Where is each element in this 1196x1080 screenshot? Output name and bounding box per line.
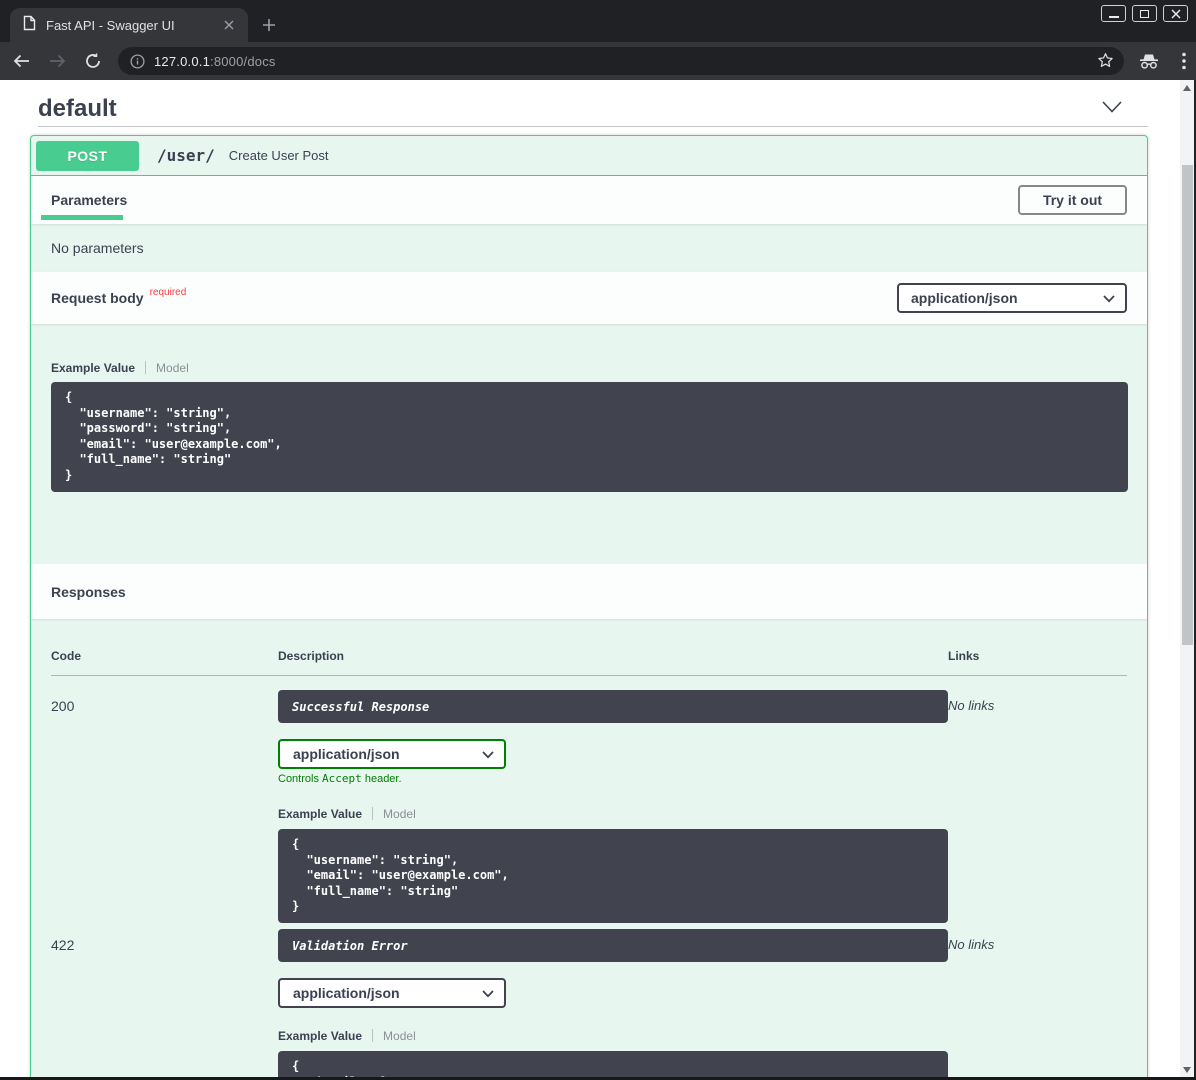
select-chevron-icon xyxy=(1103,290,1115,306)
site-info-icon[interactable] xyxy=(130,54,145,69)
response-row-200: 200 Successful Response application/json xyxy=(51,676,1127,923)
url-bar[interactable]: 127.0.0.1:8000/docs xyxy=(118,47,1124,75)
response-200-example-code: { "username": "string", "email": "user@e… xyxy=(278,829,948,923)
tab-model[interactable]: Model xyxy=(156,361,189,375)
close-button[interactable] xyxy=(1163,5,1188,22)
tab-model[interactable]: Model xyxy=(383,1029,416,1043)
tab-separator xyxy=(145,361,146,374)
try-it-out-button[interactable]: Try it out xyxy=(1018,185,1127,215)
tab-close-icon[interactable] xyxy=(220,16,238,34)
select-chevron-icon xyxy=(482,985,494,1001)
tab-example-value[interactable]: Example Value xyxy=(278,807,362,821)
forward-button[interactable] xyxy=(42,46,72,76)
response-links: No links xyxy=(948,690,1127,923)
method-badge: POST xyxy=(36,141,139,171)
scroll-up-arrow-icon[interactable] xyxy=(1183,85,1191,91)
swagger-page: default POST /user/ Create User Post Par… xyxy=(0,80,1180,1080)
parameters-header: Parameters Try it out xyxy=(31,176,1147,224)
response-description-bar: Validation Error xyxy=(278,929,948,962)
window-controls xyxy=(1101,5,1188,22)
minimize-button[interactable] xyxy=(1101,5,1126,22)
active-tab-underline xyxy=(41,215,123,220)
maximize-button[interactable] xyxy=(1132,5,1157,22)
column-links: Links xyxy=(948,649,1127,663)
column-code: Code xyxy=(51,649,278,663)
response-description-text: Validation Error xyxy=(292,939,408,953)
required-badge: required xyxy=(150,287,187,298)
response-200-media-type-select[interactable]: application/json xyxy=(278,739,506,769)
endpoint-path: /user/ xyxy=(157,146,215,165)
page-scrollbar[interactable] xyxy=(1180,80,1194,1080)
parameters-title: Parameters xyxy=(51,192,127,208)
endpoint-description: Create User Post xyxy=(229,148,329,163)
url-host: 127.0.0.1 xyxy=(154,54,210,69)
titlebar: Fast API - Swagger UI xyxy=(0,0,1196,42)
tab-example-value[interactable]: Example Value xyxy=(278,1029,362,1043)
response-description-text: Successful Response xyxy=(292,700,429,714)
tab-separator xyxy=(372,807,373,820)
request-body-section: Example Value Model { "username": "strin… xyxy=(31,324,1147,564)
response-row-422: 422 Validation Error application/json xyxy=(51,923,1127,1080)
collapse-section-button[interactable] xyxy=(1102,100,1122,118)
no-parameters-text: No parameters xyxy=(51,240,144,256)
endpoint-summary[interactable]: POST /user/ Create User Post xyxy=(31,136,1147,176)
reload-button[interactable] xyxy=(78,46,108,76)
responses-table: Code Description Links 200 Successful Re… xyxy=(31,619,1147,1080)
request-example-code: { "username": "string", "password": "str… xyxy=(51,382,1128,492)
select-chevron-icon xyxy=(482,746,494,762)
toolbar-right xyxy=(1138,52,1186,70)
forward-icon xyxy=(48,52,67,70)
response-422-media-type-select[interactable]: application/json xyxy=(278,978,506,1008)
responses-title: Responses xyxy=(51,584,126,600)
responses-header: Responses xyxy=(31,564,1147,619)
new-tab-button[interactable] xyxy=(258,14,280,36)
response-code: 200 xyxy=(51,690,278,923)
response-code: 422 xyxy=(51,929,278,1080)
responses-table-head: Code Description Links xyxy=(51,639,1127,676)
opblock-post-user: POST /user/ Create User Post Parameters … xyxy=(30,135,1148,1080)
tab-example-value[interactable]: Example Value xyxy=(51,361,135,375)
response-links: No links xyxy=(948,929,1127,1080)
back-button[interactable] xyxy=(6,46,36,76)
accept-header-note: Controls Accept header. xyxy=(278,772,948,786)
back-icon xyxy=(12,52,31,70)
reload-icon xyxy=(84,52,102,70)
page-favicon-icon xyxy=(23,15,36,36)
browser-toolbar: 127.0.0.1:8000/docs xyxy=(0,42,1196,80)
close-icon xyxy=(1171,9,1181,19)
browser-window: Fast API - Swagger UI xyxy=(0,0,1196,1080)
url-path: :8000/docs xyxy=(210,54,276,69)
no-parameters-row: No parameters xyxy=(31,224,1147,272)
url-text: 127.0.0.1:8000/docs xyxy=(154,54,276,69)
scrollbar-thumb[interactable] xyxy=(1182,165,1193,645)
maximize-icon xyxy=(1140,10,1149,18)
tab-model[interactable]: Model xyxy=(383,807,416,821)
browser-menu-icon[interactable] xyxy=(1182,52,1186,70)
request-media-type-value: application/json xyxy=(911,290,1018,306)
response-422-media-type-value: application/json xyxy=(293,985,400,1001)
response-description-bar: Successful Response xyxy=(278,690,948,723)
request-body-title: Request body xyxy=(51,290,144,306)
browser-tab[interactable]: Fast API - Swagger UI xyxy=(10,8,248,42)
api-section-title: default xyxy=(38,95,117,123)
bookmark-button[interactable] xyxy=(1097,52,1114,74)
chevron-down-icon xyxy=(1102,101,1122,113)
response-200-media-type-value: application/json xyxy=(293,746,400,762)
column-description: Description xyxy=(278,649,948,663)
scroll-down-arrow-icon[interactable] xyxy=(1183,1067,1191,1073)
minimize-icon xyxy=(1109,16,1119,18)
section-divider xyxy=(38,126,1148,127)
response-422-example-code: { "detail": [ xyxy=(278,1051,948,1080)
incognito-icon xyxy=(1138,52,1160,70)
tab-title: Fast API - Swagger UI xyxy=(46,18,220,33)
bookmark-star-icon xyxy=(1097,52,1114,69)
request-media-type-select[interactable]: application/json xyxy=(897,283,1127,313)
tab-separator xyxy=(372,1029,373,1042)
request-body-header: Request body required application/json xyxy=(31,272,1147,324)
